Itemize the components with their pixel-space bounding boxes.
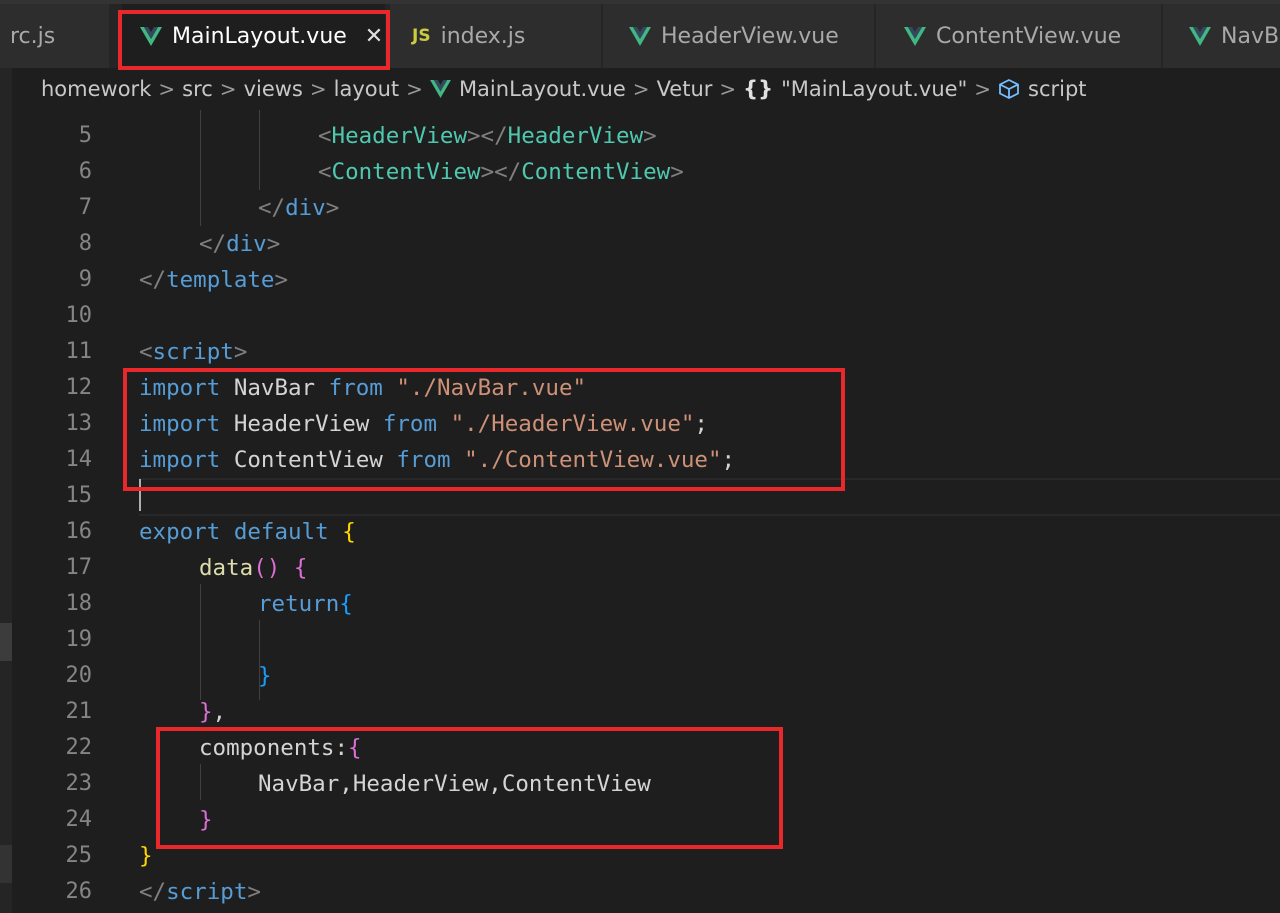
- code-line: 11 <script>: [12, 334, 1280, 370]
- line-number: 7: [78, 195, 92, 220]
- tab-label: index.js: [440, 23, 526, 49]
- code-text: </script>: [139, 879, 261, 905]
- chevron-right-icon: >: [219, 77, 237, 101]
- breadcrumb-item-layout[interactable]: layout: [334, 77, 400, 101]
- code-text: <HeaderView></HeaderView>: [318, 123, 657, 149]
- tab-label: ContentView.vue: [936, 23, 1122, 49]
- line-number: 25: [65, 843, 93, 868]
- line-number: 10: [65, 303, 93, 328]
- line-number: 26: [65, 879, 93, 904]
- chevron-right-icon: >: [719, 77, 737, 101]
- line-number: 20: [65, 663, 93, 688]
- code-line: 17 data() {: [12, 550, 1280, 586]
- code-text: },: [199, 699, 227, 725]
- chevron-right-icon: >: [158, 77, 176, 101]
- code-line: 19: [12, 622, 1280, 658]
- code-line: 5 <HeaderView></HeaderView>: [12, 118, 1280, 154]
- line-number: 9: [78, 267, 92, 292]
- line-number: 16: [65, 519, 93, 544]
- code-line: 9 </template>: [12, 262, 1280, 298]
- code-line: 18 return{: [12, 586, 1280, 622]
- line-number: 11: [65, 339, 93, 364]
- vue-icon: [430, 80, 451, 98]
- breadcrumb: homework > src > views > layout > MainLa…: [12, 68, 1280, 110]
- chevron-right-icon: >: [974, 77, 992, 101]
- code-text: return{: [258, 591, 353, 617]
- line-number: 24: [65, 807, 93, 832]
- line-number: 12: [65, 375, 93, 400]
- code-line: 10: [12, 298, 1280, 334]
- activity-bar-marker: [0, 845, 12, 883]
- highlight-box-imports: [123, 368, 845, 491]
- tab-label: rc.js: [10, 23, 56, 49]
- tab-contentview-vue[interactable]: ContentView.vue: [876, 4, 1162, 68]
- line-number: 14: [65, 447, 93, 472]
- breadcrumb-item-module[interactable]: "MainLayout.vue": [781, 77, 967, 101]
- tab-src-js[interactable]: rc.js: [0, 4, 110, 68]
- code-text: }: [139, 843, 153, 869]
- line-number: 6: [78, 159, 92, 184]
- code-text: <script>: [139, 339, 248, 365]
- tab-headerview-vue[interactable]: HeaderView.vue: [603, 4, 875, 68]
- line-number: 5: [78, 123, 92, 148]
- line-number: 17: [65, 555, 93, 580]
- breadcrumb-item-views[interactable]: views: [244, 77, 303, 101]
- activity-bar: [0, 0, 12, 913]
- tab-label: HeaderView.vue: [661, 23, 839, 49]
- code-text: </div>: [258, 195, 340, 221]
- highlight-box-components: [156, 727, 783, 849]
- tab-label: NavBa: [1221, 23, 1280, 49]
- object-braces-icon: {}: [743, 77, 774, 101]
- cube-icon: [998, 78, 1020, 100]
- line-number: 15: [65, 483, 93, 508]
- code-text: }: [258, 663, 272, 689]
- vue-icon: [629, 26, 651, 46]
- code-text: data() {: [199, 555, 308, 581]
- line-number: 21: [65, 699, 93, 724]
- line-number: 8: [78, 231, 92, 256]
- line-number: 22: [65, 735, 93, 760]
- breadcrumb-item-file[interactable]: MainLayout.vue: [459, 77, 626, 101]
- code-line: 7 </div>: [12, 190, 1280, 226]
- code-line: 8 </div>: [12, 226, 1280, 262]
- line-number: 23: [65, 771, 93, 796]
- code-line: 26 </script>: [12, 874, 1280, 910]
- breadcrumb-item-script[interactable]: script: [1028, 77, 1087, 101]
- line-number: 19: [65, 627, 93, 652]
- code-line: 21 },: [12, 694, 1280, 730]
- code-text: </div>: [199, 231, 281, 257]
- chevron-right-icon: >: [309, 77, 327, 101]
- code-line: 6 <ContentView></ContentView>: [12, 154, 1280, 190]
- vue-icon: [904, 26, 926, 46]
- code-text: </template>: [139, 267, 289, 293]
- breadcrumb-item-homework[interactable]: homework: [41, 77, 151, 101]
- highlight-box-active-tab: [118, 10, 390, 70]
- line-number: 13: [65, 411, 93, 436]
- chevron-right-icon: >: [406, 77, 423, 101]
- vue-icon: [1189, 26, 1211, 46]
- code-line: 16 export default {: [12, 514, 1280, 550]
- code-text: export default {: [139, 519, 356, 545]
- code-line: 20 }: [12, 658, 1280, 694]
- tab-index-js[interactable]: JS index.js: [390, 4, 602, 68]
- code-text: <ContentView></ContentView>: [318, 159, 684, 185]
- breadcrumb-item-vetur[interactable]: Vetur: [657, 77, 713, 101]
- breadcrumb-item-src[interactable]: src: [182, 77, 213, 101]
- activity-bar-marker: [0, 623, 12, 661]
- js-icon: JS: [412, 26, 431, 46]
- line-number: 18: [65, 591, 93, 616]
- chevron-right-icon: >: [632, 77, 650, 101]
- tab-navbar-vue[interactable]: NavBa: [1163, 4, 1280, 68]
